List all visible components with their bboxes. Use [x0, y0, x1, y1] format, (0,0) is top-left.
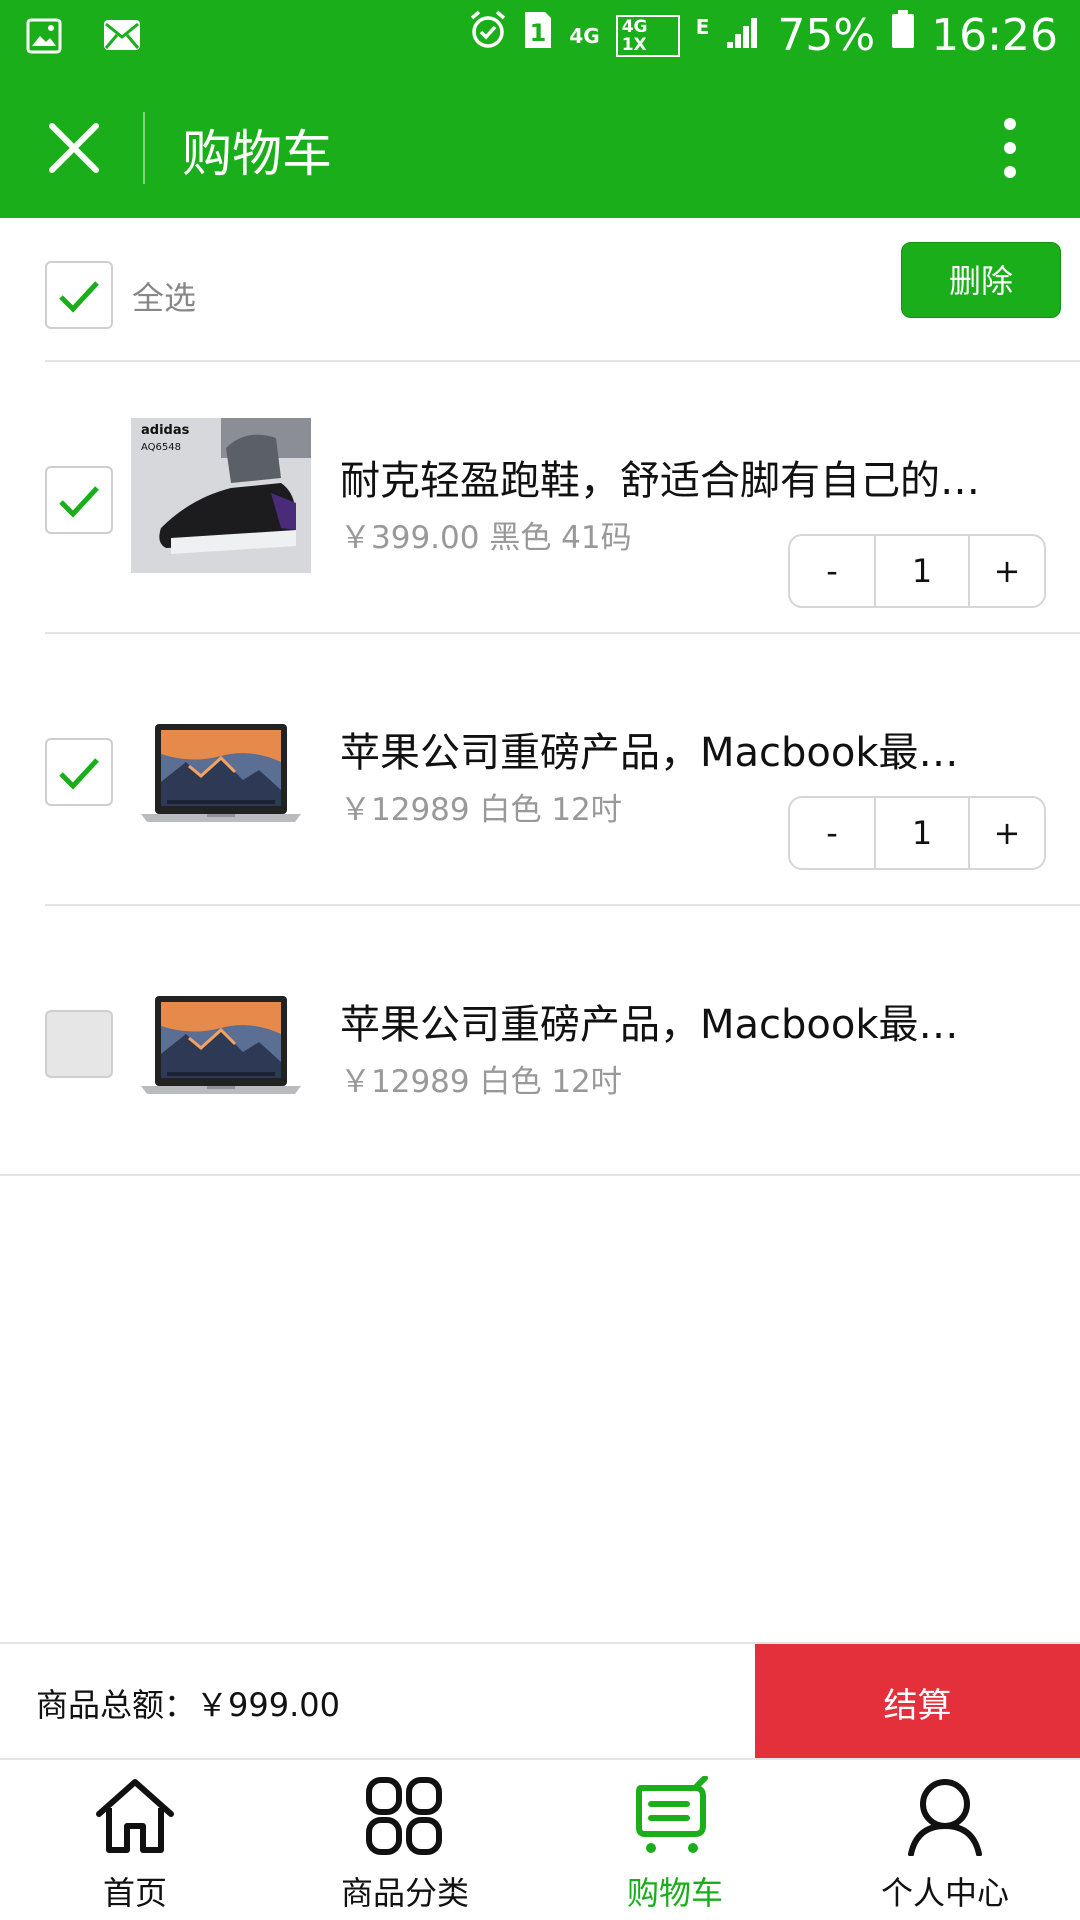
item-checkbox[interactable] — [45, 738, 113, 806]
quantity-stepper: - 1 + — [788, 796, 1046, 870]
cart-item: adidas AQ6548 耐克轻盈跑鞋，舒适合脚有自己的… ￥399.00 黑… — [0, 362, 1080, 632]
header-divider — [143, 112, 145, 184]
tab-label: 商品分类 — [340, 1874, 469, 1912]
product-thumbnail[interactable] — [131, 690, 311, 845]
divider — [0, 1174, 1080, 1176]
image-icon — [26, 18, 62, 58]
select-all-checkbox[interactable] — [45, 261, 113, 329]
bottom-tab-bar: 首页 商品分类 购物车 个人中心 — [0, 1758, 1080, 1920]
laptop-image — [141, 996, 301, 1094]
app-header: 购物车 — [0, 80, 1080, 218]
decrease-button[interactable]: - — [790, 536, 876, 606]
increase-button[interactable]: + — [970, 536, 1044, 606]
select-all-row: 全选 删除 — [0, 218, 1080, 362]
item-checkbox[interactable] — [45, 466, 113, 534]
tab-cart[interactable]: 购物车 — [540, 1760, 810, 1920]
network-4g-1x-label: 4G 1X — [615, 14, 680, 57]
tab-category[interactable]: 商品分类 — [270, 1760, 540, 1920]
check-icon — [59, 281, 99, 313]
product-thumbnail[interactable] — [131, 962, 311, 1117]
check-icon — [59, 486, 99, 518]
battery-percent: 75% — [777, 10, 876, 61]
decrease-button[interactable]: - — [790, 798, 876, 868]
quantity-value[interactable]: 1 — [876, 536, 970, 606]
quantity-stepper: - 1 + — [788, 534, 1046, 608]
tab-profile[interactable]: 个人中心 — [810, 1760, 1080, 1920]
status-bar: 1 4G 4G 1X E 75% 16:26 — [0, 0, 1080, 80]
checkout-button[interactable]: 结算 — [755, 1644, 1080, 1760]
svg-text:1: 1 — [530, 19, 547, 47]
product-name[interactable]: 苹果公司重磅产品，Macbook最… — [340, 992, 1030, 1050]
close-icon — [49, 123, 99, 173]
product-thumbnail[interactable]: adidas AQ6548 — [131, 418, 311, 573]
cart-item: 苹果公司重磅产品，Macbook最… ￥12989 白色 12吋 - 1 + — [0, 634, 1080, 904]
quantity-value[interactable]: 1 — [876, 798, 970, 868]
network-e-label: E — [695, 14, 710, 39]
signal-icon — [725, 10, 761, 61]
network-4g-label: 4G — [569, 23, 600, 48]
total-amount: 商品总额：￥999.00 — [36, 1686, 340, 1724]
select-all-label: 全选 — [132, 279, 197, 317]
sim-icon: 1 — [523, 10, 553, 61]
svg-text:AQ6548: AQ6548 — [141, 442, 181, 453]
category-icon — [366, 1777, 442, 1855]
user-icon — [908, 1779, 982, 1856]
tab-label: 个人中心 — [880, 1874, 1009, 1912]
page-title: 购物车 — [182, 125, 332, 183]
total-bar: 商品总额：￥999.00 结算 — [0, 1642, 1080, 1760]
check-icon — [59, 758, 99, 790]
product-name[interactable]: 苹果公司重磅产品，Macbook最… — [340, 720, 1030, 778]
top-bar: 1 4G 4G 1X E 75% 16:26 购物车 — [0, 0, 1080, 218]
laptop-image — [141, 724, 301, 822]
item-checkbox[interactable] — [45, 1010, 113, 1078]
delete-button[interactable]: 删除 — [901, 242, 1061, 318]
more-button[interactable] — [1000, 116, 1020, 180]
increase-button[interactable]: + — [970, 798, 1044, 868]
mail-icon — [102, 18, 142, 58]
product-name[interactable]: 耐克轻盈跑鞋，舒适合脚有自己的… — [340, 448, 1030, 506]
shoe-image: adidas AQ6548 — [131, 418, 311, 573]
close-button[interactable] — [46, 120, 102, 176]
more-vertical-icon — [1004, 118, 1016, 178]
tab-label: 购物车 — [626, 1874, 723, 1912]
cart-item: 苹果公司重磅产品，Macbook最… ￥12989 白色 12吋 — [0, 906, 1080, 1176]
tab-label: 首页 — [102, 1874, 167, 1912]
svg-text:adidas: adidas — [141, 423, 190, 438]
product-price: ￥399.00 黑色 41码 — [340, 520, 632, 556]
product-price: ￥12989 白色 12吋 — [340, 792, 622, 828]
battery-icon — [891, 10, 915, 61]
cart-icon — [636, 1776, 708, 1853]
alarm-icon — [469, 10, 507, 61]
tab-home[interactable]: 首页 — [0, 1760, 270, 1920]
product-price: ￥12989 白色 12吋 — [340, 1064, 622, 1100]
home-icon — [96, 1779, 174, 1853]
clock: 16:26 — [931, 10, 1058, 61]
